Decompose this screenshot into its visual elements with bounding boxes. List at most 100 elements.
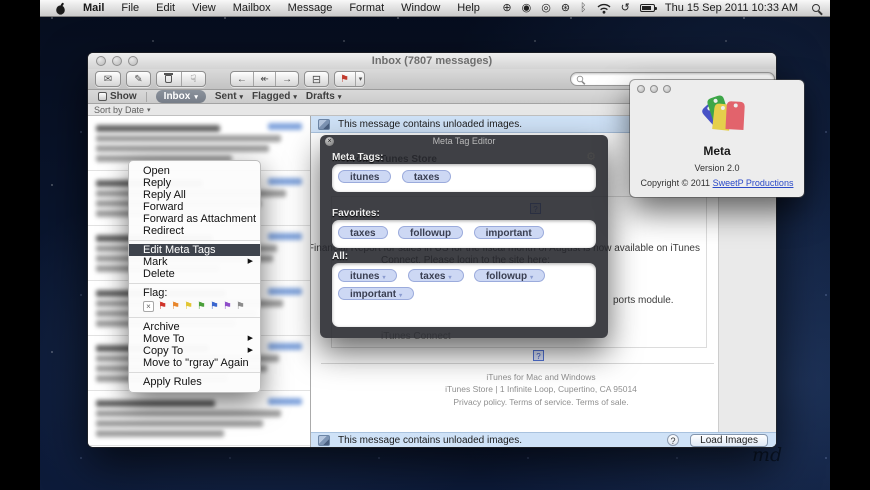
flag-button[interactable]: ⚑	[334, 72, 355, 86]
menu-separator	[129, 240, 260, 241]
desktop: md Mail File Edit View Mailbox Message F…	[40, 0, 830, 490]
tag-pill[interactable]: important	[473, 226, 544, 239]
menu-window[interactable]: Window	[401, 2, 440, 14]
tag-pill[interactable]: itunes	[338, 170, 392, 183]
unloaded-images-banner-bottom: This message contains unloaded images. ?…	[311, 432, 776, 447]
sweetp-productions-link[interactable]: SweetP Productions	[713, 178, 794, 188]
menu-item-forward-as-attachment[interactable]: Forward as Attachment	[129, 213, 260, 225]
tag-pill[interactable]: important ▾	[338, 287, 415, 300]
favorites-item-drafts[interactable]: Drafts ▾	[306, 91, 341, 102]
help-button[interactable]: ?	[667, 434, 679, 446]
menu-item-apply-rules[interactable]: Apply Rules	[129, 376, 260, 388]
battery-icon[interactable]	[639, 4, 657, 12]
menu-app-name[interactable]: Mail	[83, 2, 104, 14]
tag-pill[interactable]: itunes ▾	[338, 269, 398, 282]
status-app-icon-4[interactable]: ⊛	[561, 0, 570, 17]
compose-button[interactable]: ✎	[126, 71, 151, 87]
menu-help[interactable]: Help	[457, 2, 480, 14]
load-images-button[interactable]: Load Images	[690, 434, 768, 447]
forward-button[interactable]: →	[275, 72, 298, 86]
minimize-window-button[interactable]	[650, 85, 658, 93]
close-window-button[interactable]	[96, 56, 106, 66]
apple-menu-icon[interactable]	[55, 2, 66, 15]
status-app-icon-2[interactable]: ◉	[522, 0, 532, 17]
favorites-item-sent[interactable]: Sent ▾	[215, 91, 243, 102]
close-window-button[interactable]	[637, 85, 645, 93]
status-app-icon-1[interactable]: ⊕	[502, 0, 511, 17]
menu-edit[interactable]: Edit	[156, 2, 175, 14]
favorites-item-flagged[interactable]: Flagged ▾	[252, 91, 297, 102]
menu-item-redirect[interactable]: Redirect	[129, 225, 260, 237]
zoom-window-button[interactable]	[663, 85, 671, 93]
reply-all-button[interactable]: ↞	[252, 72, 276, 86]
tag-pill[interactable]: taxes	[338, 226, 388, 239]
flag-dropdown-button[interactable]: ▾	[355, 72, 365, 86]
tag-label: itunes	[350, 271, 380, 282]
flag-blue[interactable]: ⚑	[210, 301, 219, 313]
menu-item-reply[interactable]: Reply	[129, 177, 260, 189]
menu-view[interactable]: View	[192, 2, 216, 14]
flag-purple[interactable]: ⚑	[223, 301, 232, 313]
spotlight-icon[interactable]	[812, 4, 820, 12]
flag-yellow[interactable]: ⚑	[184, 301, 193, 313]
junk-button[interactable]: ☟	[180, 72, 206, 86]
show-button[interactable]: Show	[98, 91, 137, 102]
menu-item-archive[interactable]: Archive	[129, 321, 260, 333]
tag-pill[interactable]: taxes ▾	[407, 269, 464, 282]
flagged-label: Flagged	[252, 91, 291, 102]
about-copyright: Copyright © 2011 SweetP Productions	[630, 178, 804, 188]
menubar-clock[interactable]: Thu 15 Sep 2011 10:33 AM	[665, 2, 798, 14]
submenu-arrow-icon: ▶	[247, 258, 253, 265]
time-machine-icon[interactable]: ↺	[621, 0, 630, 17]
flag-green[interactable]: ⚑	[197, 301, 206, 313]
menu-item-delete[interactable]: Delete	[129, 268, 260, 280]
menu-file[interactable]: File	[121, 2, 139, 14]
favorites-item-inbox[interactable]: Inbox ▾	[155, 90, 206, 103]
tag-pill[interactable]: followup	[398, 226, 464, 239]
bluetooth-icon[interactable]: ᛒ	[580, 0, 587, 17]
meta-tags-field[interactable]: itunes taxes	[332, 164, 596, 192]
window-title-bar[interactable]: Inbox (7807 messages)	[88, 53, 776, 69]
flag-gray[interactable]: ⚑	[236, 301, 245, 313]
tag-pill[interactable]: taxes	[401, 170, 452, 183]
clear-flag-button[interactable]: ×	[143, 301, 154, 312]
flag-orange[interactable]: ⚑	[171, 301, 180, 313]
reply-arrow-icon: ←	[236, 73, 247, 85]
menu-mailbox[interactable]: Mailbox	[233, 2, 271, 14]
zoom-window-button[interactable]	[128, 56, 138, 66]
favorites-field[interactable]: taxes followup important	[332, 220, 596, 248]
menu-item-move-to-rgray-again[interactable]: Move to "rgray" Again	[129, 357, 260, 369]
all-tags-field[interactable]: itunes ▾ taxes ▾ followup ▾ important ▾	[332, 263, 596, 327]
tag-pill[interactable]: followup ▾	[473, 269, 546, 282]
menu-format[interactable]: Format	[349, 2, 384, 14]
reply-button[interactable]: ←	[231, 72, 253, 86]
menu-item-move-to[interactable]: Move To ▶	[129, 333, 260, 345]
flag-red[interactable]: ⚑	[158, 301, 167, 313]
menu-item-mark[interactable]: Mark ▶	[129, 256, 260, 268]
archive-button[interactable]: ⊟	[304, 71, 329, 87]
minimize-window-button[interactable]	[112, 56, 122, 66]
close-icon[interactable]: ×	[325, 137, 334, 146]
meta-tags-label: Meta Tags:	[332, 152, 384, 163]
delete-button[interactable]	[157, 72, 181, 86]
message-body-fragment: ports module.	[613, 295, 674, 306]
menu-item-copy-to[interactable]: Copy To ▶	[129, 345, 260, 357]
meta-app-icon	[689, 95, 745, 146]
tag-label: important	[350, 289, 397, 300]
get-mail-button[interactable]: ✉	[95, 71, 121, 87]
status-app-icon-3[interactable]: ◎	[541, 0, 551, 17]
favorites-divider	[145, 91, 147, 102]
menu-item-open[interactable]: Open	[129, 165, 260, 177]
copyright-text: Copyright © 2011	[640, 178, 713, 188]
menu-item-forward[interactable]: Forward	[129, 201, 260, 213]
menu-item-edit-meta-tags[interactable]: Edit Meta Tags	[129, 244, 260, 256]
wallpaper-watermark: md	[752, 444, 783, 466]
image-placeholder-icon	[318, 118, 330, 130]
wifi-icon[interactable]	[597, 3, 611, 14]
list-item[interactable]	[88, 391, 310, 446]
window-title: Inbox (7807 messages)	[371, 55, 493, 67]
menu-item-reply-all[interactable]: Reply All	[129, 189, 260, 201]
gear-icon[interactable]: ⚙	[586, 150, 596, 163]
menu-message[interactable]: Message	[288, 2, 333, 14]
menu-separator	[129, 283, 260, 284]
